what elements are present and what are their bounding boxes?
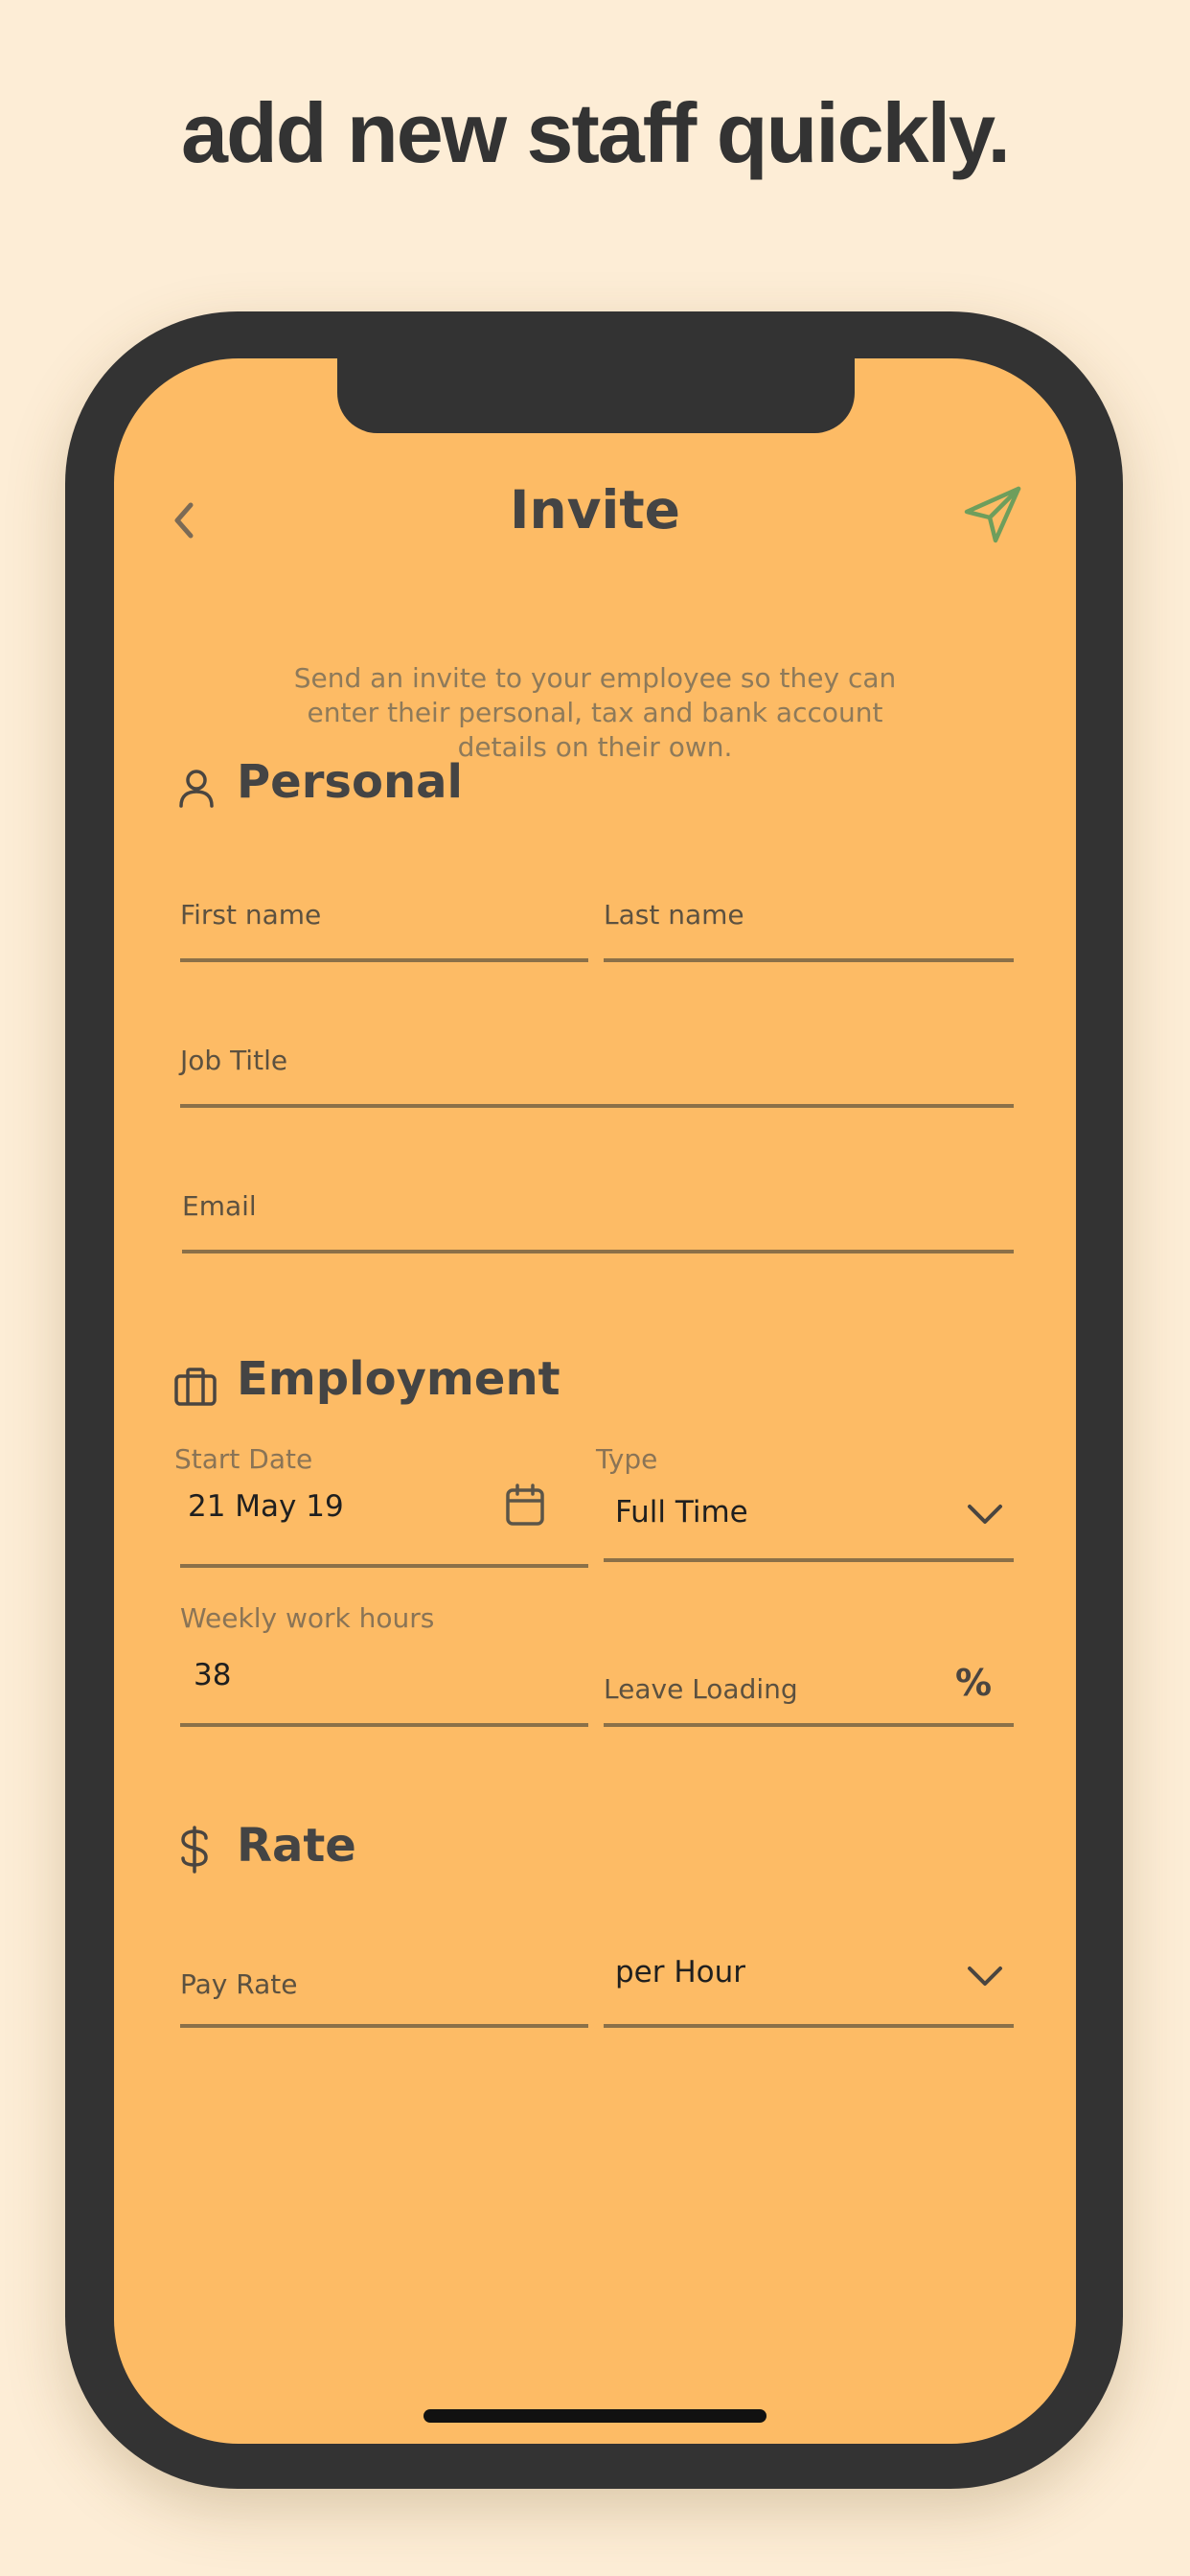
type-label: Type	[596, 1443, 658, 1475]
marketing-headline: add new staff quickly.	[181, 85, 1011, 180]
leave-loading-input[interactable]: Leave Loading %	[604, 1654, 1014, 1727]
pay-period-value: per Hour	[615, 1955, 746, 1990]
briefcase-icon	[173, 1367, 217, 1407]
leave-loading-placeholder: Leave Loading	[604, 1673, 798, 1705]
first-name-input[interactable]: First name	[180, 899, 588, 999]
app-screen: Invite Send an invite to your employee s…	[114, 358, 1076, 2444]
type-value: Full Time	[615, 1495, 748, 1530]
start-date-label: Start Date	[174, 1443, 313, 1475]
weekly-hours-input[interactable]: Weekly work hours 38	[180, 1602, 588, 1729]
last-name-input[interactable]: Last name	[604, 899, 1014, 999]
first-name-placeholder: First name	[180, 899, 322, 931]
last-name-placeholder: Last name	[604, 899, 744, 931]
pay-rate-placeholder: Pay Rate	[180, 1968, 298, 2000]
calendar-icon[interactable]	[504, 1484, 546, 1528]
pay-period-select[interactable]: per Hour	[604, 1942, 1014, 2030]
email-placeholder: Email	[182, 1190, 257, 1222]
person-icon	[177, 768, 216, 810]
start-date-value: 21 May 19	[188, 1489, 344, 1524]
chevron-down-icon	[966, 1501, 1004, 1528]
employment-type-select[interactable]: Type Full Time	[596, 1443, 1014, 1564]
home-indicator[interactable]	[423, 2409, 767, 2423]
type-underline	[604, 1558, 1014, 1562]
invite-description-line: Send an invite to your employee so they …	[293, 662, 897, 694]
job-title-input[interactable]: Job Title	[180, 1045, 1014, 1144]
section-title-employment: Employment	[237, 1352, 561, 1406]
job-title-underline	[180, 1104, 1014, 1108]
first-name-underline	[180, 958, 588, 962]
email-underline	[182, 1250, 1014, 1254]
phone-frame: Invite Send an invite to your employee s…	[65, 311, 1123, 2489]
phone-notch	[337, 358, 855, 433]
last-name-underline	[604, 958, 1014, 962]
dollar-icon	[177, 1825, 212, 1874]
weekly-hours-underline	[180, 1723, 588, 1727]
leave-loading-underline	[604, 1723, 1014, 1727]
job-title-placeholder: Job Title	[180, 1045, 288, 1076]
pay-rate-input[interactable]: Pay Rate	[180, 1957, 588, 2030]
chevron-down-icon	[966, 1963, 1004, 1990]
section-title-rate: Rate	[237, 1819, 356, 1873]
invite-description-line: enter their personal, tax and bank accou…	[307, 697, 883, 728]
start-date-underline	[180, 1564, 588, 1568]
section-title-personal: Personal	[237, 755, 463, 809]
page-title: Invite	[510, 479, 680, 540]
weekly-hours-value: 38	[194, 1658, 232, 1692]
pay-period-underline	[604, 2024, 1014, 2028]
send-icon[interactable]	[961, 483, 1024, 546]
invite-description: Send an invite to your employee so they …	[260, 661, 930, 765]
weekly-hours-label: Weekly work hours	[180, 1602, 435, 1634]
email-input[interactable]: Email	[182, 1190, 1014, 1290]
pay-rate-underline	[180, 2024, 588, 2028]
percent-icon: %	[955, 1662, 993, 1704]
start-date-field[interactable]: Start Date 21 May 19	[174, 1443, 588, 1570]
